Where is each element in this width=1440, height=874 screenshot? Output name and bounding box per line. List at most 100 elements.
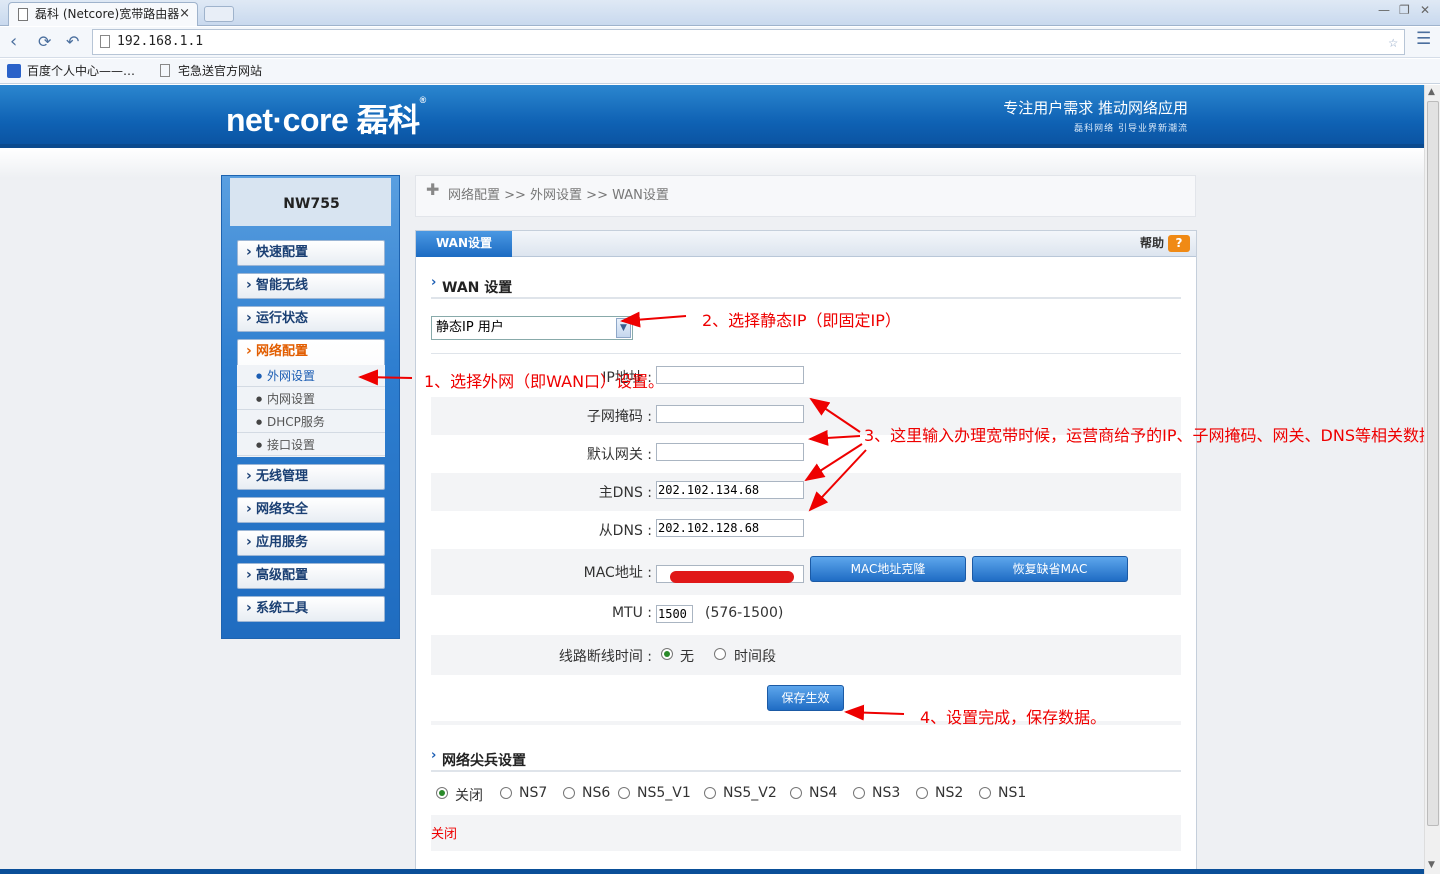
redacted-mark	[670, 571, 794, 583]
tab-title: 磊科 (Netcore)宽带路由器	[35, 7, 180, 21]
slogan: 专注用户需求 推动网络应用	[1003, 99, 1188, 117]
dns2-label: 从DNS :	[598, 523, 652, 539]
annotation-2: 2、选择静态IP（即固定IP）	[702, 311, 901, 330]
disconnect-none-label: 无	[680, 649, 694, 665]
model-name: NW755	[283, 196, 340, 212]
chevron-down-icon: ▼	[616, 318, 631, 338]
annotation-4: 4、设置完成，保存数据。	[920, 708, 1107, 727]
close-tab-icon[interactable]: ×	[179, 3, 190, 25]
mtu-row: MTU : 1500 (576-1500)	[431, 595, 1181, 635]
page-scrollbar[interactable]: ▲ ▼	[1424, 85, 1440, 874]
ns-section-title: 网络尖兵设置	[431, 748, 526, 770]
dns2-row: 从DNS : 202.102.128.68	[431, 511, 1181, 549]
network-submenu: 外网设置 内网设置 DHCP服务 接口设置	[237, 365, 385, 457]
disconnect-none-radio[interactable]	[661, 648, 673, 660]
help-link[interactable]: 帮助?	[1140, 235, 1190, 252]
menu-security[interactable]: 网络安全	[237, 497, 385, 523]
disconnect-row: 线路断线时间 : 无 时间段	[431, 635, 1181, 675]
mac-row: MAC地址 : MAC地址克隆 恢复缺省MAC	[431, 549, 1181, 595]
page-viewport: net·core 磊科® 专注用户需求 推动网络应用 磊科网络 引导业界新潮流 …	[0, 85, 1424, 874]
ns-option-label: NS4	[809, 785, 838, 801]
connection-type-select[interactable]: 静态IP 用户 ▼	[431, 316, 633, 340]
scroll-down-icon[interactable]: ▼	[1428, 860, 1435, 870]
scroll-up-icon[interactable]: ▲	[1428, 87, 1435, 97]
submenu-wan[interactable]: 外网设置	[237, 365, 385, 387]
breadcrumb: ✚ 网络配置 >> 外网设置 >> WAN设置	[415, 175, 1196, 217]
mac-restore-button[interactable]: 恢复缺省MAC	[972, 556, 1128, 582]
menu-wireless[interactable]: 无线管理	[237, 464, 385, 490]
menu-quick-setup[interactable]: 快速配置	[237, 240, 385, 266]
mask-label: 子网掩码 :	[586, 409, 652, 425]
submenu-interface[interactable]: 接口设置	[237, 434, 385, 456]
ns-options-row: 关闭 NS7 NS6 NS5_V1 NS5_V2 NS4 NS3 NS2 NS1	[431, 775, 1181, 815]
ns-option-label: 关闭	[455, 788, 483, 804]
ns4-radio[interactable]	[790, 787, 802, 799]
page-icon	[18, 8, 28, 21]
ns-option-label: NS5_V1	[637, 785, 691, 801]
baidu-paw-icon	[7, 64, 21, 78]
back-icon[interactable]: ‹	[10, 31, 17, 53]
ns5v2-radio[interactable]	[704, 787, 716, 799]
disconnect-label: 线路断线时间 :	[558, 649, 652, 665]
browser-menu-icon[interactable]: ☰	[1416, 29, 1431, 49]
menu-system-tools[interactable]: 系统工具	[237, 596, 385, 622]
page-icon	[100, 35, 110, 48]
bookmark-baidu[interactable]: 百度个人中心——…	[7, 63, 135, 79]
ns-option-label: NS2	[935, 785, 964, 801]
ns6-radio[interactable]	[563, 787, 575, 799]
new-tab-button[interactable]	[204, 6, 234, 22]
ns1-radio[interactable]	[979, 787, 991, 799]
bookmarks-bar: 百度个人中心——… 宅急送官方网站	[0, 59, 1440, 84]
disconnect-period-radio[interactable]	[714, 648, 726, 660]
ns-off-radio[interactable]	[436, 787, 448, 799]
mac-label: MAC地址 :	[583, 565, 652, 581]
ns3-radio[interactable]	[853, 787, 865, 799]
ns-option-label: NS5_V2	[723, 785, 777, 801]
ns2-radio[interactable]	[916, 787, 928, 799]
ns-status-row: 关闭	[431, 815, 1181, 851]
bookmark-label: 百度个人中心——…	[27, 64, 136, 78]
primary-dns-input[interactable]: 202.102.134.68	[656, 481, 804, 499]
submenu-dhcp[interactable]: DHCP服务	[237, 411, 385, 433]
ns5v1-radio[interactable]	[618, 787, 630, 799]
refresh-icon[interactable]: ⟳	[38, 31, 51, 53]
save-button[interactable]: 保存生效	[767, 685, 844, 711]
wan-section-title: WAN 设置	[431, 275, 512, 297]
ns-option-label: NS3	[872, 785, 901, 801]
ns-status: 关闭	[431, 827, 458, 842]
mtu-input[interactable]: 1500	[656, 605, 693, 623]
menu-smart-wireless[interactable]: 智能无线	[237, 273, 385, 299]
header-banner: net·core 磊科® 专注用户需求 推动网络应用 磊科网络 引导业界新潮流	[0, 85, 1424, 147]
secondary-dns-input[interactable]: 202.102.128.68	[656, 519, 804, 537]
bookmark-star-icon[interactable]: ☆	[1388, 30, 1398, 54]
minimize-icon[interactable]: —	[1378, 3, 1390, 17]
ns-option-label: NS6	[582, 785, 611, 801]
subnet-mask-input[interactable]	[656, 405, 804, 423]
dns1-row: 主DNS : 202.102.134.68	[431, 473, 1181, 511]
gateway-input[interactable]	[656, 443, 804, 461]
ns-option-label: NS1	[998, 785, 1027, 801]
undo-icon[interactable]: ↶	[66, 31, 79, 53]
mac-clone-button[interactable]: MAC地址克隆	[810, 556, 966, 582]
browser-toolbar: ‹ ⟳ ↶ 192.168.1.1 ☆ ☰	[0, 27, 1440, 58]
ns7-radio[interactable]	[500, 787, 512, 799]
window-close-icon[interactable]: ✕	[1420, 3, 1430, 17]
netcore-logo: net·core 磊科®	[226, 95, 426, 138]
bookmark-label: 宅急送官方网站	[178, 64, 263, 78]
browser-tab[interactable]: 磊科 (Netcore)宽带路由器 ×	[8, 2, 198, 26]
bookmark-zjs[interactable]: 宅急送官方网站	[158, 63, 262, 79]
restore-icon[interactable]: ❐	[1399, 3, 1410, 17]
dns1-label: 主DNS :	[598, 485, 652, 501]
menu-app-service[interactable]: 应用服务	[237, 530, 385, 556]
menu-run-status[interactable]: 运行状态	[237, 306, 385, 332]
scroll-thumb[interactable]	[1427, 101, 1439, 826]
mtu-label: MTU :	[611, 605, 652, 621]
ip-address-input[interactable]	[656, 366, 804, 384]
annotation-3: 3、这里输入办理宽带时候，运营商给予的IP、子网掩码、网关、DNS等相关数据	[864, 426, 1424, 445]
address-bar[interactable]: 192.168.1.1 ☆	[92, 29, 1405, 55]
submenu-lan[interactable]: 内网设置	[237, 388, 385, 410]
sidebar: NW755 快速配置 智能无线 运行状态 网络配置 外网设置 内网设置 DHCP…	[221, 175, 400, 639]
disconnect-period-label: 时间段	[734, 649, 776, 665]
menu-advanced[interactable]: 高级配置	[237, 563, 385, 589]
tab-wan-settings[interactable]: WAN设置	[416, 231, 512, 257]
